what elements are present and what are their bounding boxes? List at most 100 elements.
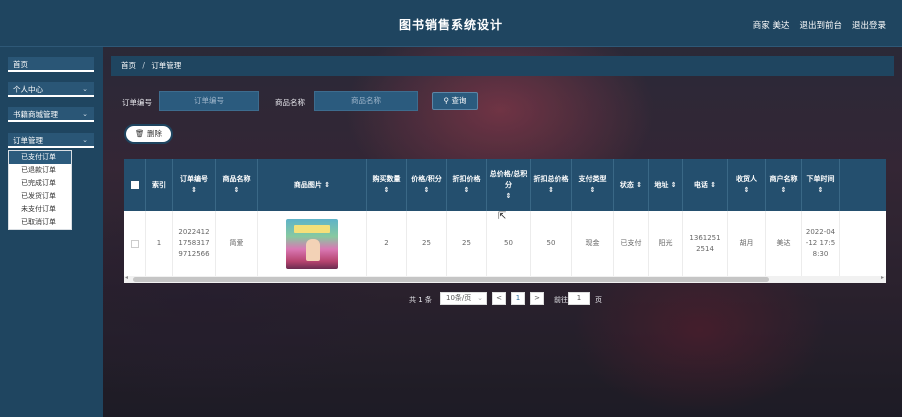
column-header-qty[interactable]: 购买数量 ⇕ bbox=[367, 159, 407, 211]
column-header-actions bbox=[840, 159, 886, 211]
column-header-product-image[interactable]: 商品图片 ⇕ bbox=[258, 159, 367, 211]
user-info: 商家 美达 bbox=[753, 19, 790, 31]
row-checkbox-cell[interactable] bbox=[124, 211, 146, 276]
goto-label: 前往 bbox=[554, 296, 568, 304]
mouse-cursor-icon: ⇱ bbox=[498, 211, 507, 222]
cell-index: 1 bbox=[146, 211, 173, 276]
submenu-item-shipped[interactable]: 已发货订单 bbox=[9, 190, 71, 203]
cell-product-name: 简爱 bbox=[216, 211, 258, 276]
breadcrumb: 首页 / 订单管理 bbox=[111, 56, 894, 76]
select-all-checkbox[interactable] bbox=[130, 181, 139, 189]
cell-price: 25 bbox=[407, 211, 447, 276]
cell-merchant: 美达 bbox=[766, 211, 802, 276]
column-header-order-no[interactable]: 订单编号 ⇕ bbox=[173, 159, 216, 211]
page-size-select[interactable]: 10条/页 ⌄ bbox=[440, 292, 487, 305]
column-header-product-name[interactable]: 商品名称 ⇕ bbox=[216, 159, 258, 211]
next-page-button[interactable]: > bbox=[530, 292, 544, 305]
breadcrumb-separator: / bbox=[142, 61, 145, 70]
logout-link[interactable]: 退出登录 bbox=[852, 19, 886, 31]
scrollbar-thumb[interactable] bbox=[133, 277, 769, 282]
row-checkbox[interactable] bbox=[130, 239, 139, 248]
column-header-address[interactable]: 地址 ⇕ bbox=[649, 159, 683, 211]
column-header-total[interactable]: 总价格/总积分 ⇕ bbox=[487, 159, 531, 211]
prev-page-button[interactable]: < bbox=[492, 292, 506, 305]
column-header-merchant[interactable]: 商户名称 ⇕ bbox=[766, 159, 802, 211]
column-header-receiver[interactable]: 收货人 ⇕ bbox=[728, 159, 766, 211]
cell-receiver: 胡月 bbox=[728, 211, 766, 276]
cell-actions bbox=[840, 211, 886, 276]
page-number-current[interactable]: 1 bbox=[511, 292, 525, 305]
sort-icon: ⇕ bbox=[710, 180, 717, 189]
chevron-down-icon: ⌄ bbox=[82, 85, 88, 93]
goto-page-input[interactable]: 1 bbox=[568, 292, 590, 305]
sort-icon: ⇕ bbox=[233, 186, 240, 194]
header-actions: 商家 美达 退出到前台 退出登录 bbox=[753, 19, 886, 31]
cell-phone: 1361251 2514 bbox=[683, 211, 728, 276]
sort-icon: ⇕ bbox=[324, 180, 331, 189]
sort-icon: ⇕ bbox=[383, 186, 390, 194]
back-to-front-link[interactable]: 退出到前台 bbox=[799, 19, 842, 31]
sidebar-item-label: 个人中心 bbox=[13, 85, 43, 94]
sort-icon: ⇕ bbox=[817, 186, 824, 194]
query-button-label: 查询 bbox=[451, 96, 467, 105]
breadcrumb-home[interactable]: 首页 bbox=[121, 61, 136, 70]
trash-icon: 🗑 bbox=[135, 129, 145, 138]
submenu-item-cancelled[interactable]: 已取消订单 bbox=[9, 216, 71, 229]
chevron-up-icon: ⌄ bbox=[82, 136, 88, 144]
column-header-order-time[interactable]: 下单时间 ⇕ bbox=[802, 159, 840, 211]
delete-button-label: 删除 bbox=[146, 129, 162, 138]
column-header-index: 索引 bbox=[146, 159, 173, 211]
cell-qty: 2 bbox=[367, 211, 407, 276]
scroll-left-icon[interactable]: ◂ bbox=[125, 274, 128, 281]
cell-status: 已支付 bbox=[614, 211, 649, 276]
sort-icon: ⇕ bbox=[589, 186, 596, 194]
sidebar-item-order-management[interactable]: 订单管理 ⌄ bbox=[8, 133, 94, 148]
cell-order-time: 2022-04 -12 17:5 8:30 bbox=[802, 211, 840, 276]
sort-icon: ⇕ bbox=[505, 191, 512, 200]
user-name: 美达 bbox=[772, 21, 790, 31]
product-name-input[interactable]: 商品名称 bbox=[314, 91, 418, 111]
sort-icon: ⇕ bbox=[743, 186, 750, 194]
sidebar-item-label: 首页 bbox=[13, 60, 28, 69]
cell-order-no: 2022412 1758317 9712566 bbox=[173, 211, 216, 276]
sidebar-item-home[interactable]: 首页 bbox=[8, 57, 94, 72]
column-header-status[interactable]: 状态 ⇕ bbox=[614, 159, 649, 211]
sidebar-item-book-mall[interactable]: 书籍商城管理 ⌄ bbox=[8, 107, 94, 122]
sort-icon: ⇕ bbox=[191, 186, 197, 194]
page-suffix: 页 bbox=[595, 296, 602, 304]
order-number-input[interactable]: 订单编号 bbox=[159, 91, 259, 111]
horizontal-scrollbar[interactable]: ◂ ▸ bbox=[124, 274, 886, 283]
sort-icon: ⇕ bbox=[670, 180, 677, 189]
chevron-down-icon: ⌄ bbox=[477, 294, 483, 302]
select-all-checkbox-cell[interactable] bbox=[124, 159, 146, 211]
sort-icon: ⇕ bbox=[636, 180, 643, 189]
sort-icon: ⇕ bbox=[548, 186, 554, 194]
user-role: 商家 bbox=[752, 21, 770, 31]
delete-button[interactable]: 🗑 删除 bbox=[124, 124, 173, 144]
submenu-item-paid[interactable]: 已支付订单 bbox=[9, 151, 71, 164]
submenu-item-completed[interactable]: 已完成订单 bbox=[9, 177, 71, 190]
column-header-pay-type[interactable]: 支付类型 ⇕ bbox=[572, 159, 614, 211]
search-icon: ⚲ bbox=[443, 96, 450, 105]
column-header-phone[interactable]: 电话 ⇕ bbox=[683, 159, 728, 211]
order-number-label: 订单编号 bbox=[122, 98, 152, 107]
breadcrumb-current: 订单管理 bbox=[151, 61, 182, 70]
sidebar-item-label: 书籍商城管理 bbox=[13, 110, 58, 119]
query-button[interactable]: ⚲ 查询 bbox=[432, 92, 478, 110]
submenu-item-unpaid[interactable]: 未支付订单 bbox=[9, 203, 71, 216]
cell-address: 阳光 bbox=[649, 211, 683, 276]
cell-discount-price: 25 bbox=[447, 211, 487, 276]
sidebar-item-personal-center[interactable]: 个人中心 ⌄ bbox=[8, 82, 94, 97]
submenu-item-refunded[interactable]: 已退款订单 bbox=[9, 164, 71, 177]
column-header-discount-total[interactable]: 折扣总价格 ⇕ bbox=[531, 159, 572, 211]
column-header-discount-price[interactable]: 折扣价格 ⇕ bbox=[447, 159, 487, 211]
pagination-total: 共 1 条 bbox=[409, 296, 432, 304]
order-submenu: 已支付订单 已退款订单 已完成订单 已发货订单 未支付订单 已取消订单 bbox=[8, 150, 72, 230]
scroll-right-icon[interactable]: ▸ bbox=[881, 274, 884, 281]
cell-product-image bbox=[258, 211, 367, 276]
top-header: 图书销售系统设计 商家 美达 退出到前台 退出登录 bbox=[0, 0, 902, 47]
sidebar: 首页 个人中心 ⌄ 书籍商城管理 ⌄ 订单管理 ⌄ bbox=[0, 47, 103, 417]
sort-icon: ⇕ bbox=[423, 186, 430, 194]
column-header-price[interactable]: 价格/积分 ⇕ bbox=[407, 159, 447, 211]
cell-pay-type: 现金 bbox=[572, 211, 614, 276]
